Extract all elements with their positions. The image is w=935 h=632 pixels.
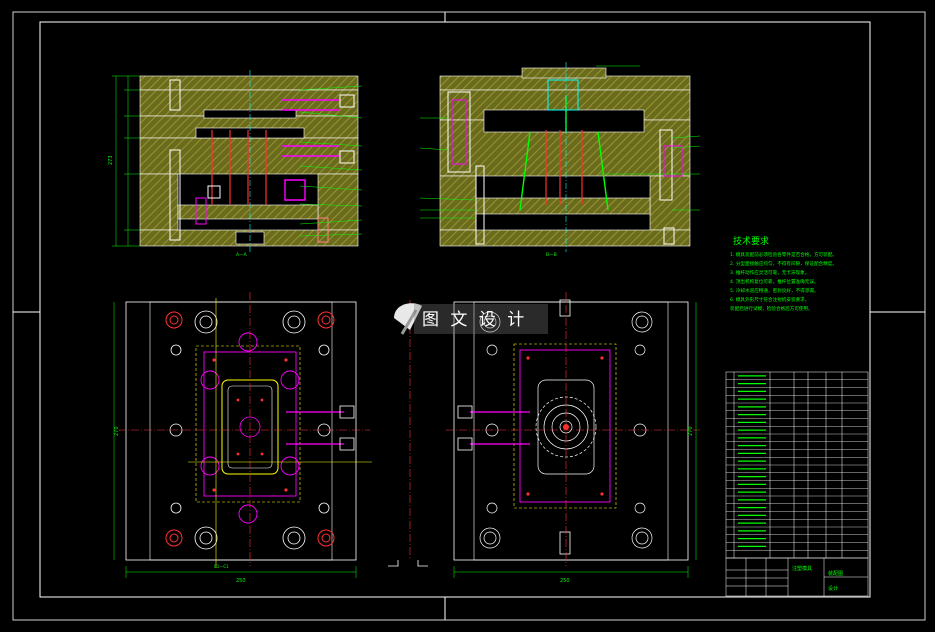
right-section-view: B—B (419, 62, 701, 258)
scale-label: 装配图 (828, 571, 844, 577)
tech-requirement-line: 6. 模具外形尺寸符合注射机安装要求， (730, 298, 810, 303)
designer-label: 设计 (828, 586, 839, 592)
left-stack-dimension: 273 (108, 155, 114, 165)
title-block (725, 557, 869, 597)
tech-requirement-line: 1. 模具装配前必须检验各零件是否合格，方可装配。 (730, 253, 837, 258)
left-height-dimension: 270 (114, 426, 120, 436)
tech-requirement-line: 4. 顶出机构复位可靠，推杆位置准确无误。 (730, 280, 819, 285)
bottom-section-label: C1—C1 (214, 564, 229, 569)
right-width-dimension: 250 (560, 578, 570, 584)
tech-requirement-line: 3. 推杆动作应灵活可靠，无卡滞现象。 (730, 271, 810, 276)
right-section-label: B—B (546, 252, 557, 258)
parts-list-rows (726, 375, 868, 551)
left-section-label: A—A (236, 252, 248, 258)
left-section-view: 273 A—A (108, 70, 363, 258)
watermark-text: 图 文 设 计 (422, 310, 528, 330)
tech-requirement-line: 2. 分型面接触应均匀，不得有间隙，保证配合精度。 (730, 262, 837, 267)
left-plan-view: 250 270 C1—C1 (113, 292, 372, 584)
tech-requirements-title: 技术要求 (733, 237, 770, 247)
left-width-dimension: 250 (236, 578, 246, 584)
tech-requirement-line: 5. 冷却水道应畅通，密封良好，不得渗漏。 (730, 289, 819, 294)
drawing-name: 注塑模具 (792, 566, 813, 572)
right-height-dimension: 270 (688, 426, 694, 436)
tech-requirement-line: 装配后进行试模，检验合格后方可使用。 (730, 307, 813, 312)
